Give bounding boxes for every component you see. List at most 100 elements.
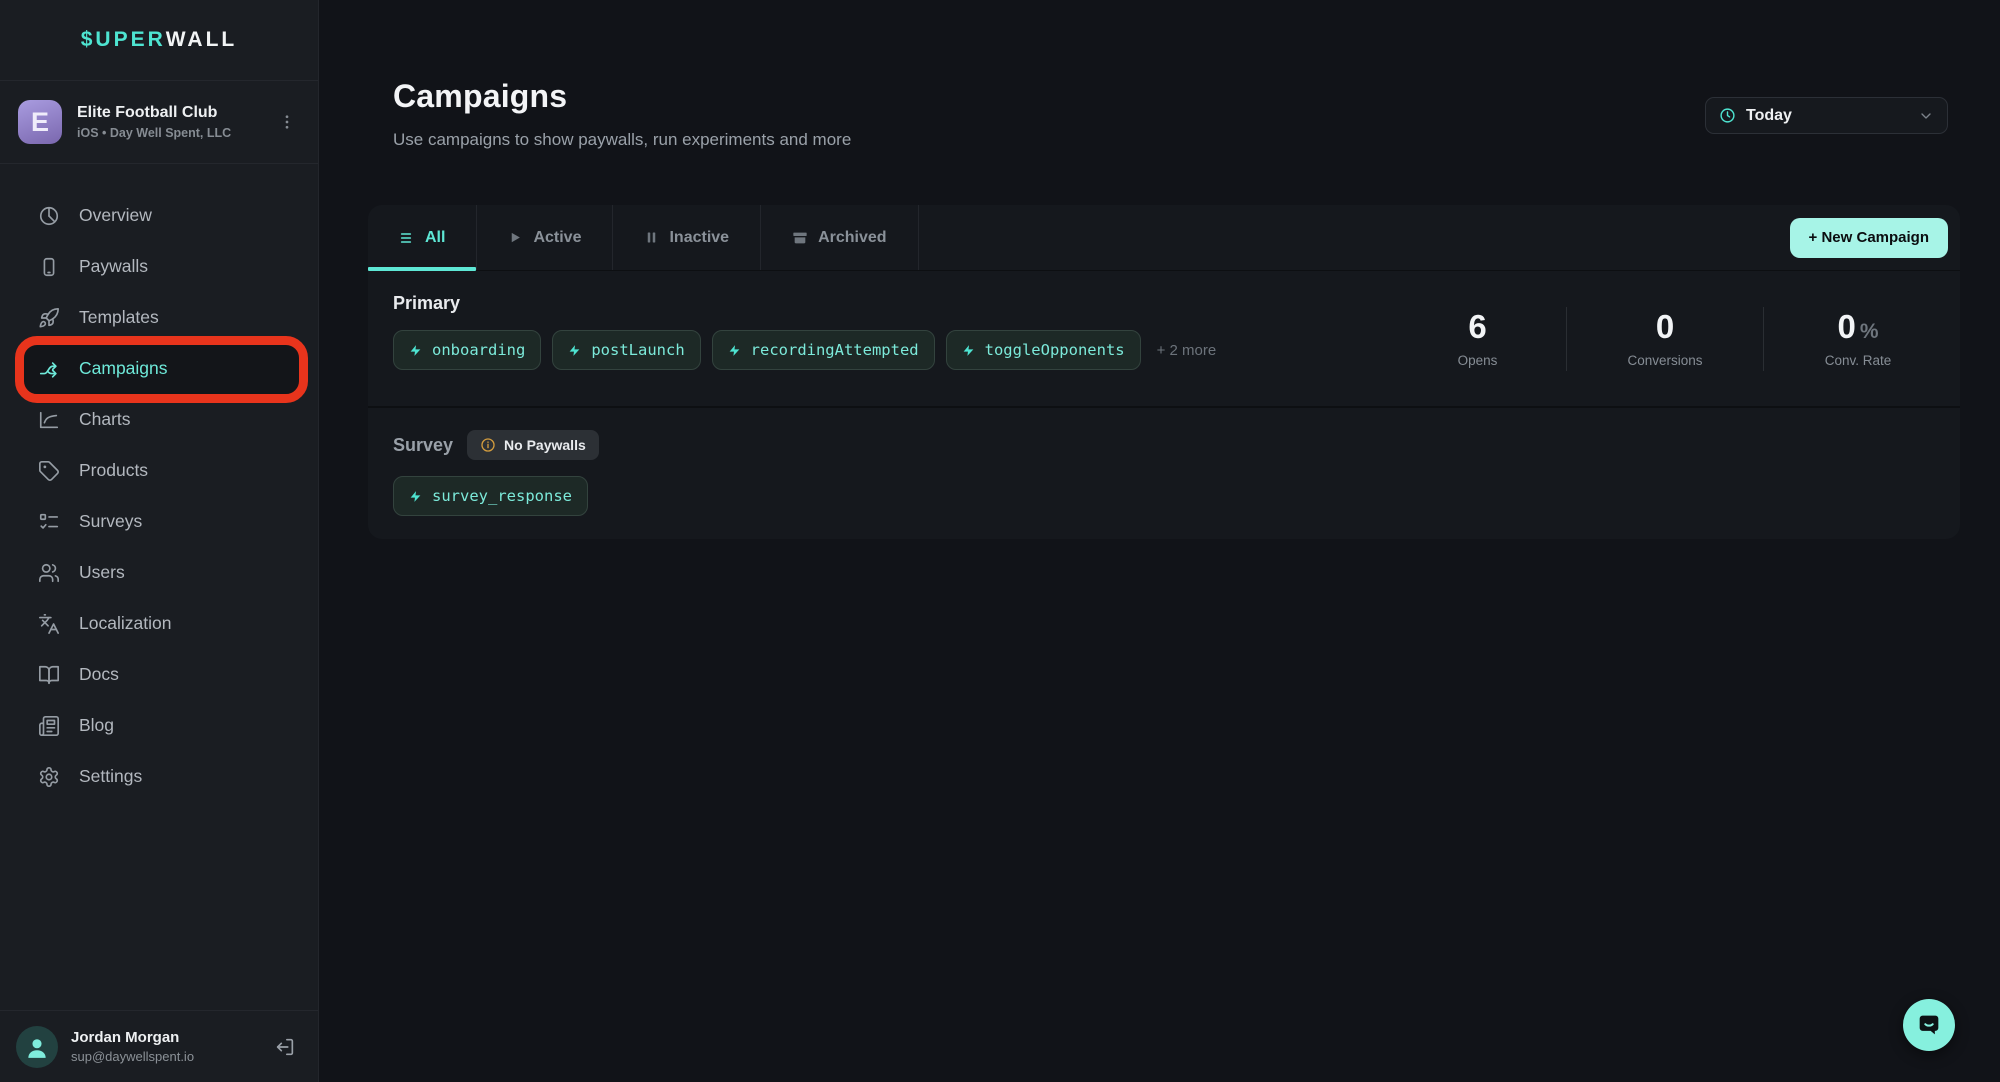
date-range-select[interactable]: Today [1705,97,1948,134]
chat-fab-button[interactable] [1903,999,1955,1051]
sidebar-item-products[interactable]: Products [0,445,318,496]
sidebar-item-label: Campaigns [79,358,168,379]
logo-accent-text: $UPER [81,28,166,52]
sidebar-item-localization[interactable]: Localization [0,598,318,649]
line-chart-icon [38,409,60,431]
stat-opens: 6 Opens [1389,309,1566,367]
play-icon [508,230,523,245]
new-campaign-button[interactable]: + New Campaign [1790,218,1948,258]
workspace-subtitle: iOS • Day Well Spent, LLC [77,126,274,140]
sidebar-item-settings[interactable]: Settings [0,751,318,802]
user-account-row[interactable]: Jordan Morgan sup@daywellspent.io [0,1010,318,1082]
bolt-icon [409,344,422,357]
stat-conversions: 0 Conversions [1567,309,1763,367]
info-icon [480,437,496,453]
list-icon [399,230,415,246]
stat-conv-rate: 0% Conv. Rate [1764,309,1952,367]
tab-label: Inactive [669,229,729,247]
bolt-icon [409,490,422,503]
sidebar-item-surveys[interactable]: Surveys [0,496,318,547]
sidebar-item-docs[interactable]: Docs [0,649,318,700]
users-icon [38,562,60,584]
rocket-icon [38,307,60,329]
badge-label: No Paywalls [504,437,586,453]
user-avatar [16,1026,58,1068]
checklist-icon [38,511,60,533]
event-tag-label: onboarding [432,341,525,359]
kebab-menu-icon[interactable] [274,107,300,137]
stat-label: Conversions [1627,353,1702,368]
page-subtitle: Use campaigns to show paywalls, run expe… [393,130,851,150]
tab-active[interactable]: Active [477,205,613,270]
split-arrow-icon [38,358,60,380]
workspace-switcher[interactable]: E Elite Football Club iOS • Day Well Spe… [0,80,318,164]
newspaper-icon [38,715,60,737]
event-tag: toggleOpponents [946,330,1141,370]
logo-rest-text: WALL [166,28,237,52]
clock-icon [1719,107,1736,124]
pause-icon [644,230,659,245]
logout-icon[interactable] [268,1030,302,1064]
superwall-logo[interactable]: $UPERWALL [0,0,318,80]
page-title: Campaigns [393,78,567,115]
bolt-icon [962,344,975,357]
user-meta: Jordan Morgan sup@daywellspent.io [71,1029,268,1064]
tag-icon [38,460,60,482]
stat-label: Conv. Rate [1825,353,1892,368]
stat-suffix: % [1860,320,1879,343]
stat-value: 0% [1837,309,1878,345]
sidebar-item-label: Docs [79,664,119,685]
workspace-name: Elite Football Club [77,104,274,122]
sidebar-item-users[interactable]: Users [0,547,318,598]
gear-icon [38,766,60,788]
sidebar: $UPERWALL E Elite Football Club iOS • Da… [0,0,319,1082]
translate-icon [38,613,60,635]
workspace-avatar: E [18,100,62,144]
event-tag: postLaunch [552,330,700,370]
sidebar-item-label: Overview [79,205,152,226]
event-tag-label: survey_response [432,487,572,505]
workspace-meta: Elite Football Club iOS • Day Well Spent… [77,104,274,140]
campaign-card-primary[interactable]: Primary onboarding postLaunch recordingA… [368,271,1960,408]
campaigns-panel: All Active Inactive Archived + New [368,205,1960,539]
stat-value: 0 [1656,309,1674,345]
date-range-value: Today [1746,107,1792,125]
campaign-card-survey[interactable]: Survey No Paywalls survey_response [368,408,1960,537]
event-tag: recordingAttempted [712,330,935,370]
sidebar-item-label: Settings [79,766,142,787]
event-tag-label: recordingAttempted [751,341,919,359]
sidebar-item-paywalls[interactable]: Paywalls [0,241,318,292]
campaign-name: Primary [393,293,460,314]
pie-chart-icon [38,205,60,227]
sidebar-item-label: Templates [79,307,159,328]
more-tags-label: + 2 more [1157,342,1217,359]
tab-archived[interactable]: Archived [761,205,918,270]
user-email: sup@daywellspent.io [71,1049,268,1064]
book-icon [38,664,60,686]
sidebar-item-templates[interactable]: Templates [0,292,318,343]
event-tag-label: postLaunch [591,341,684,359]
sidebar-item-overview[interactable]: Overview [0,190,318,241]
sidebar-item-label: Paywalls [79,256,148,277]
stat-label: Opens [1458,353,1498,368]
smartphone-icon [38,256,60,278]
campaign-name: Survey [393,435,453,456]
sidebar-item-label: Blog [79,715,114,736]
sidebar-item-label: Products [79,460,148,481]
campaign-stats: 6 Opens 0 Conversions 0% Conv. Rate [1389,271,1952,406]
event-tag: onboarding [393,330,541,370]
bolt-icon [568,344,581,357]
sidebar-item-campaigns[interactable]: Campaigns [16,343,302,394]
sidebar-item-label: Charts [79,409,131,430]
sidebar-item-charts[interactable]: Charts [0,394,318,445]
event-tag: survey_response [393,476,588,516]
tab-all[interactable]: All [368,205,477,270]
tab-label: All [425,229,445,247]
sidebar-item-blog[interactable]: Blog [0,700,318,751]
bolt-icon [728,344,741,357]
tab-label: Active [533,229,581,247]
tab-inactive[interactable]: Inactive [613,205,761,270]
event-tag-label: toggleOpponents [985,341,1125,359]
campaign-tabs: All Active Inactive Archived + New [368,205,1960,271]
sidebar-nav: Overview Paywalls Templates Campaigns Ch… [0,164,318,802]
